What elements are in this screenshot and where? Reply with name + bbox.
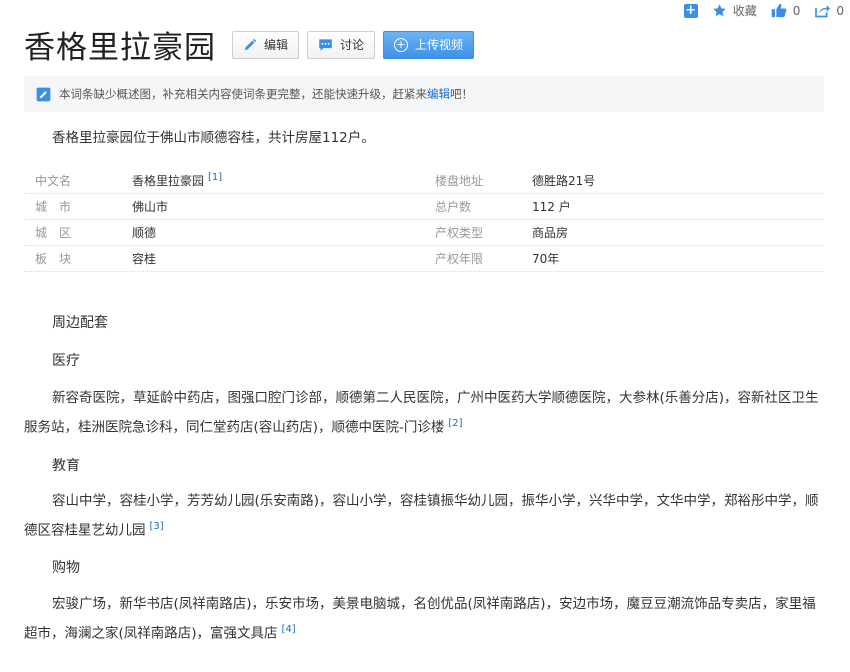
info-key: 城 区 bbox=[35, 226, 72, 240]
like-count: 0 bbox=[792, 3, 801, 18]
thumbs-up-icon bbox=[771, 3, 787, 18]
discuss-button-label: 讨论 bbox=[340, 38, 365, 52]
plus-icon: + bbox=[683, 2, 698, 18]
info-row: 城 市 佛山市 总户数 112 户 bbox=[24, 194, 824, 220]
info-key: 中文名 bbox=[35, 174, 72, 188]
info-key: 产权类型 bbox=[435, 226, 484, 240]
info-value: 德胜路21号 bbox=[532, 174, 596, 188]
citation-link[interactable]: [3] bbox=[150, 521, 164, 532]
edit-note-icon bbox=[36, 87, 51, 102]
info-row: 板 块 容桂 产权年限 70年 bbox=[24, 246, 824, 272]
star-icon bbox=[712, 3, 727, 18]
paragraph-shopping: 宏骏广场，新华书店(凤祥南路店)，乐安市场，美景电脑城，名创优品(凤祥南路店)，… bbox=[24, 596, 816, 642]
citation-link[interactable]: [4] bbox=[282, 624, 296, 635]
upload-button-label: 上传视频 bbox=[415, 38, 464, 52]
info-table: 中文名 香格里拉豪园 [1] 楼盘地址 德胜路21号 城 市 佛山市 总户数 11… bbox=[24, 168, 824, 272]
edit-button-label: 编辑 bbox=[264, 38, 289, 52]
paragraph-education: 容山中学，容桂小学，芳芳幼儿园(乐安南路)，容山小学，容桂镇振华幼儿园，振华小学… bbox=[24, 493, 819, 539]
info-value: 112 户 bbox=[532, 200, 571, 214]
share-count: 0 bbox=[836, 3, 844, 18]
share-icon bbox=[814, 3, 831, 18]
page-title: 香格里拉豪园 bbox=[24, 30, 216, 66]
collect-label: 收藏 bbox=[732, 4, 757, 18]
info-row: 中文名 香格里拉豪园 [1] 楼盘地址 德胜路21号 bbox=[24, 168, 824, 194]
collect-button[interactable]: 收藏 bbox=[712, 2, 757, 19]
section-title-medical: 医疗 bbox=[52, 353, 80, 369]
info-key: 产权年限 bbox=[435, 252, 484, 266]
summary-text: 香格里拉豪园位于佛山市顺德容桂，共计房屋112户。 bbox=[52, 130, 375, 146]
info-row: 城 区 顺德 产权类型 商品房 bbox=[24, 220, 824, 246]
section-title-shopping: 购物 bbox=[52, 560, 80, 576]
info-value: 容桂 bbox=[132, 252, 157, 266]
add-button[interactable]: + bbox=[683, 2, 698, 18]
info-value: 商品房 bbox=[532, 226, 569, 240]
circle-plus-icon: + bbox=[394, 37, 409, 52]
info-value: 70年 bbox=[532, 252, 560, 266]
notice-bar: 本词条缺少概述图，补充相关内容使词条更完整，还能快速升级，赶紧来 编辑 吧！ bbox=[24, 76, 824, 112]
section-title-education: 教育 bbox=[52, 458, 80, 474]
pencil-icon bbox=[243, 38, 257, 52]
title-row: 香格里拉豪园 编辑 讨论 + 上传视频 bbox=[24, 22, 482, 67]
discuss-button[interactable]: 讨论 bbox=[307, 30, 376, 59]
info-value: 香格里拉豪园 [1] bbox=[132, 172, 223, 188]
notice-tail: 吧！ bbox=[450, 87, 473, 101]
paragraph-medical: 新容奇医院，草延龄中药店，图强口腔门诊部，顺德第二人民医院，广州中医药大学顺德医… bbox=[24, 390, 819, 436]
info-key: 楼盘地址 bbox=[435, 174, 484, 188]
notice-text: 本词条缺少概述图，补充相关内容使词条更完整，还能快速升级，赶紧来 bbox=[59, 87, 427, 101]
comment-icon bbox=[318, 38, 333, 52]
like-button[interactable]: 0 bbox=[771, 3, 801, 18]
info-key: 城 市 bbox=[35, 200, 72, 214]
upload-video-button[interactable]: + 上传视频 bbox=[383, 30, 475, 59]
citation-link[interactable]: [2] bbox=[448, 418, 462, 429]
citation-link[interactable]: [1] bbox=[208, 172, 222, 183]
section-title-surroundings: 周边配套 bbox=[52, 315, 108, 331]
info-value: 顺德 bbox=[132, 226, 157, 240]
top-toolbar: + 收藏 0 0 bbox=[670, 2, 844, 19]
notice-edit-link[interactable]: 编辑 bbox=[427, 86, 450, 102]
share-button[interactable]: 0 bbox=[814, 3, 844, 18]
info-value: 佛山市 bbox=[132, 200, 169, 214]
title-buttons: 编辑 讨论 + 上传视频 bbox=[232, 30, 482, 59]
info-key: 总户数 bbox=[435, 200, 472, 214]
edit-button[interactable]: 编辑 bbox=[232, 30, 300, 59]
info-key: 板 块 bbox=[35, 252, 72, 266]
